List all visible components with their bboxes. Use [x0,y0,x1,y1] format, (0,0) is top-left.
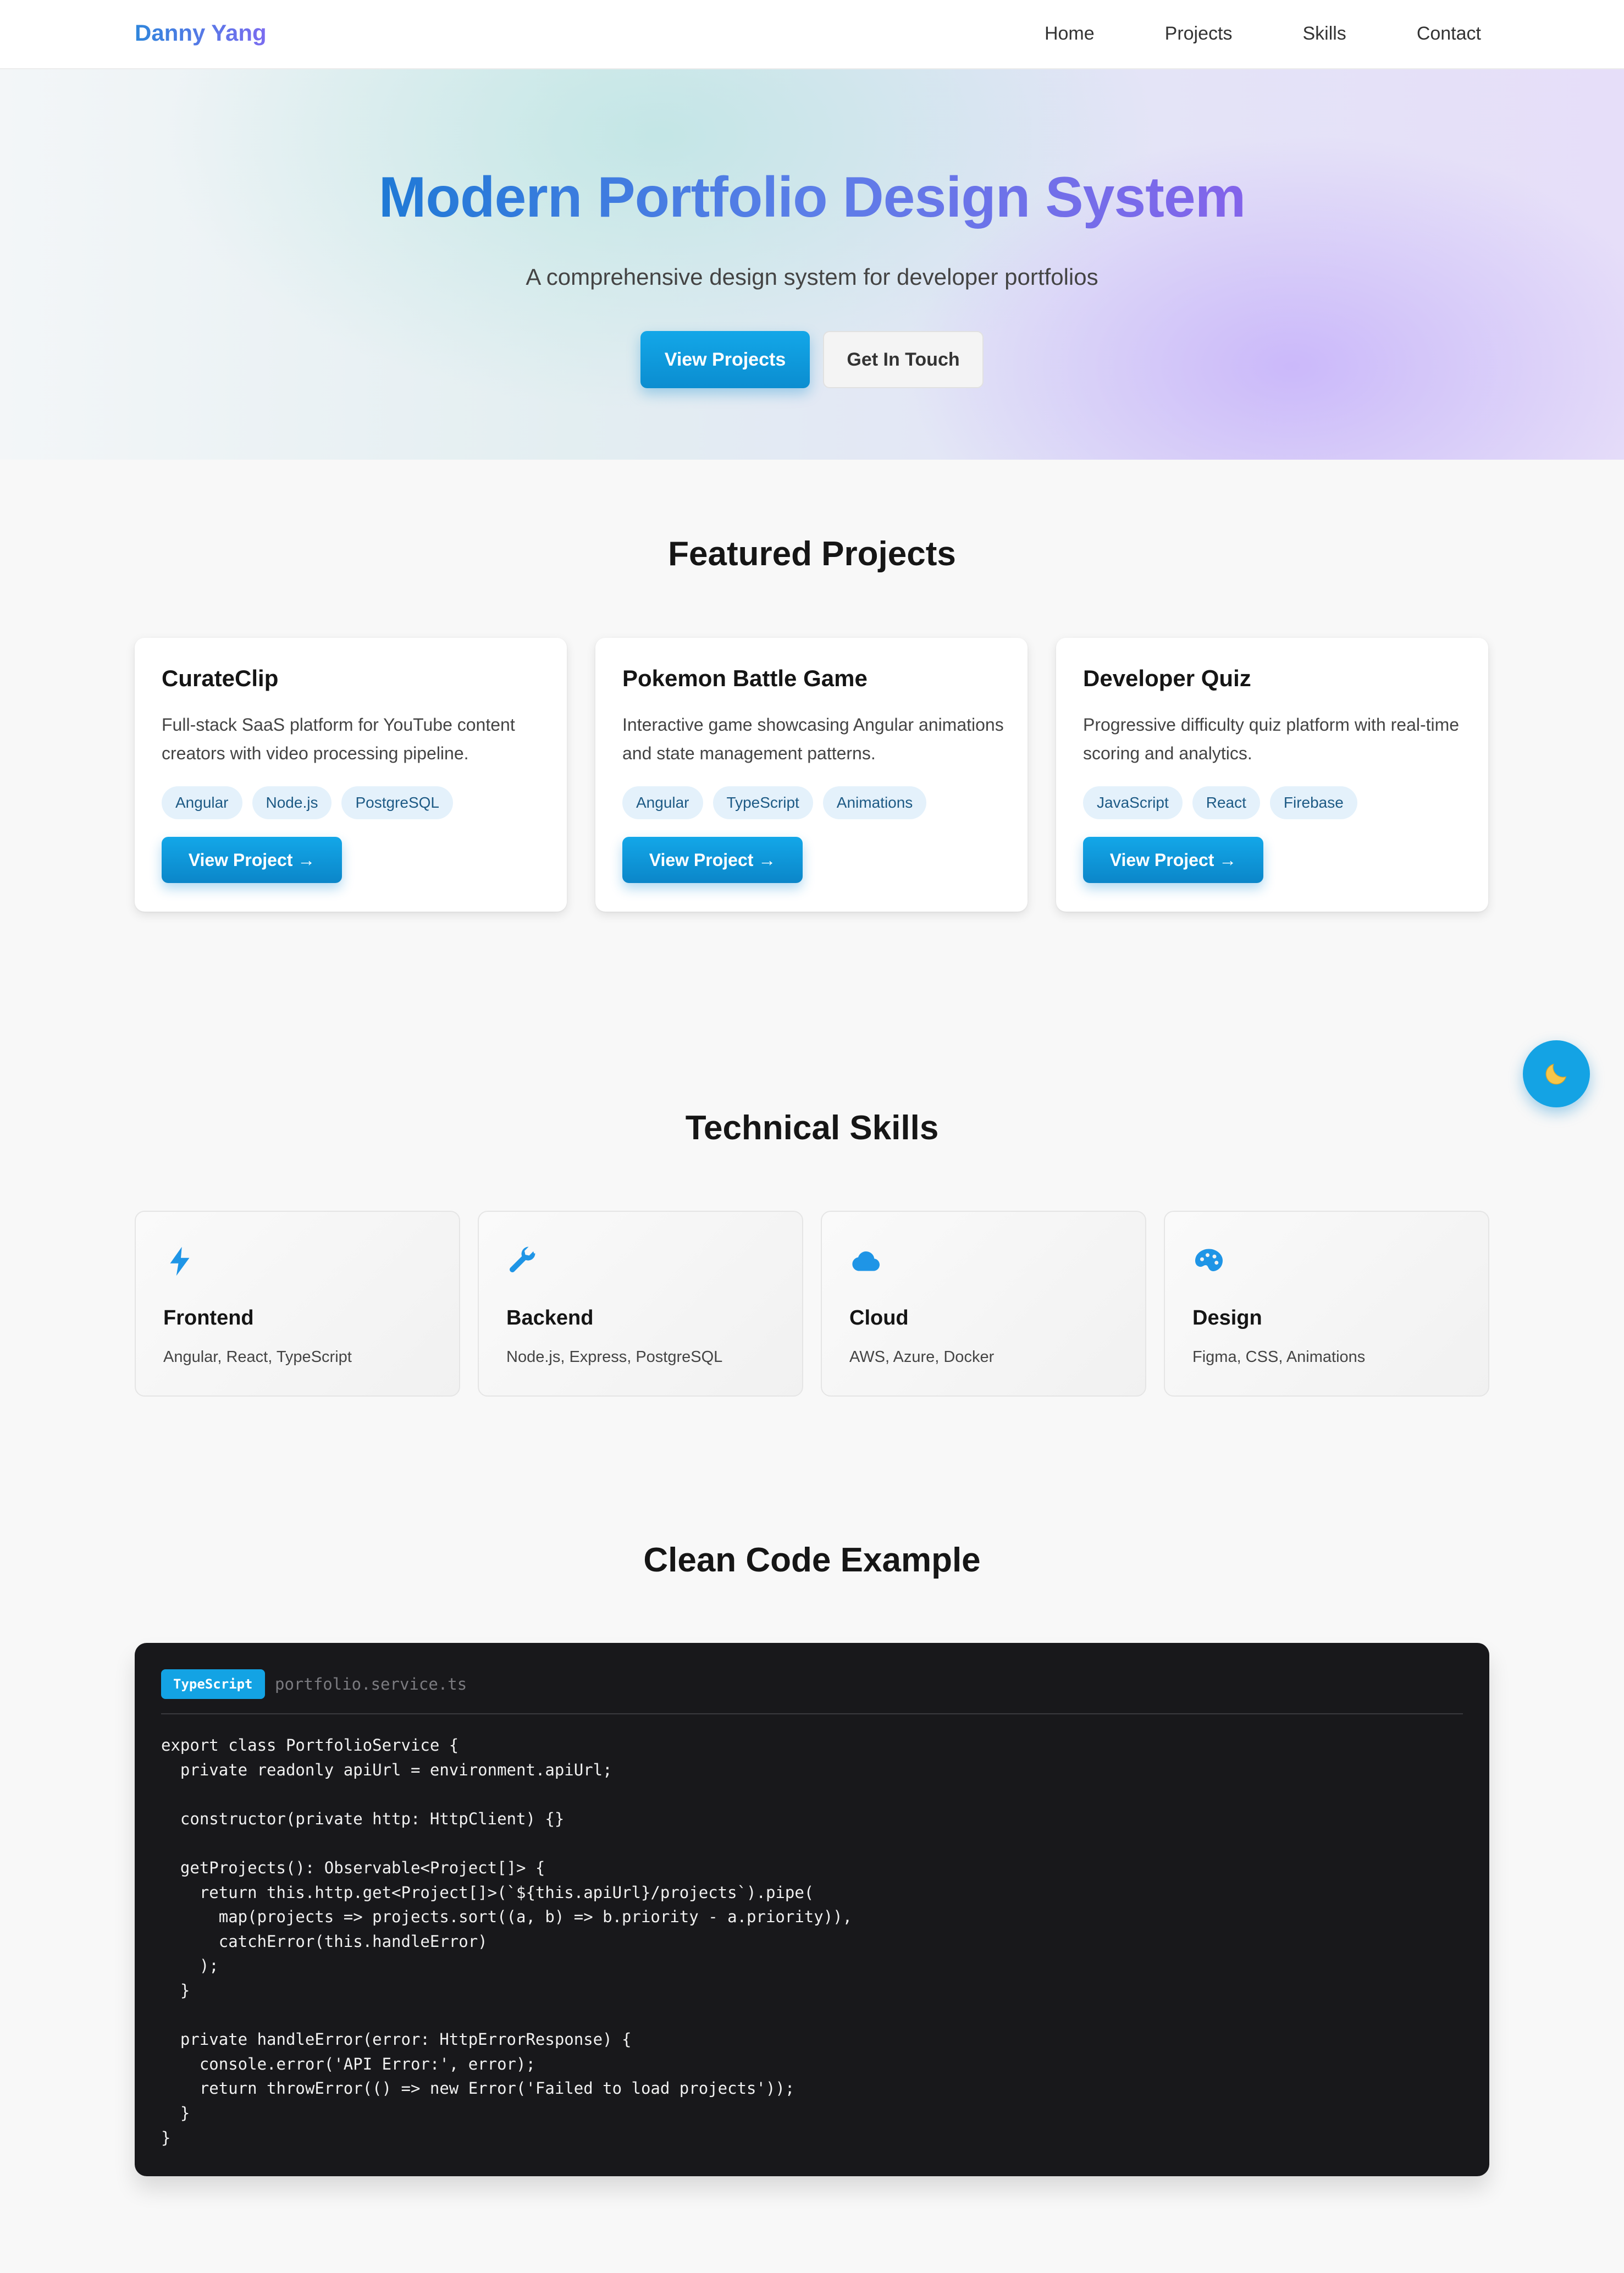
skill-title: Design [1192,1306,1262,1329]
featured-projects-heading: Featured Projects [668,535,956,573]
technical-skills-heading: Technical Skills [685,1109,939,1147]
tag: JavaScript [1083,786,1183,819]
skill-card-frontend: Frontend Angular, React, TypeScript [135,1211,460,1397]
project-description: Interactive game showcasing Angular anim… [622,715,1004,763]
code-divider [161,1713,1463,1714]
project-description: Full-stack SaaS platform for YouTube con… [162,715,515,763]
skill-description: Angular, React, TypeScript [163,1348,352,1366]
project-title: Pokemon Battle Game [622,665,868,691]
tag: TypeScript [712,786,813,819]
get-in-touch-button[interactable]: Get In Touch [823,331,984,388]
hero-subtitle: A comprehensive design system for develo… [526,264,1098,290]
code-line: } [161,2128,171,2147]
wrench-icon [510,1246,535,1272]
code-line: } [161,2103,190,2122]
nav-link-projects[interactable]: Projects [1165,23,1233,45]
language-badge: TypeScript [161,1669,265,1699]
cloud-icon [852,1251,880,1271]
hero-actions: View Projects Get In Touch [0,331,1624,388]
tag: Angular [162,786,242,819]
skill-title: Frontend [163,1306,254,1329]
nav-link-home[interactable]: Home [1045,23,1095,45]
theme-toggle-button[interactable] [1523,1040,1590,1107]
lightning-icon [170,1246,190,1276]
code-line: private handleError(error: HttpErrorResp… [161,2030,632,2049]
project-card-developer-quiz: Developer Quiz Progressive difficulty qu… [1056,638,1488,912]
project-title: CurateClip [162,665,279,691]
code-line: } [161,1980,190,2000]
code-line: ); [161,1956,219,1976]
skill-card-cloud: Cloud AWS, Azure, Docker [821,1211,1146,1397]
code-line: constructor(private http: HttpClient) {} [161,1809,565,1828]
code-filename: portfolio.service.ts [275,1675,467,1693]
code-line: private readonly apiUrl = environment.ap… [161,1760,612,1779]
code-line: console.error('API Error:', error); [161,2054,535,2073]
code-lines: export class PortfolioService { private … [161,1733,852,2150]
hero-title-text: Modern Portfolio Design System [378,165,1246,229]
skill-title: Cloud [849,1306,909,1329]
nav-link-contact[interactable]: Contact [1417,23,1481,45]
project-title: Developer Quiz [1083,665,1251,691]
project-tags: JavaScript React Firebase [1083,786,1357,819]
code-line: catchError(this.handleError) [161,1932,488,1951]
view-projects-button[interactable]: View Projects [640,331,810,388]
code-block: TypeScript portfolio.service.ts export c… [135,1643,1489,2176]
project-card-curateclip: CurateClip Full-stack SaaS platform for … [135,638,567,912]
brand-logo[interactable]: Danny Yang [135,20,267,46]
tag: React [1192,786,1260,819]
top-nav: Danny Yang Home Projects Skills Contact [0,0,1624,69]
project-description: Progressive difficulty quiz platform wit… [1083,715,1460,763]
project-tags: Angular Node.js PostgreSQL [162,786,453,819]
code-line: return throwError(() => new Error('Faile… [161,2079,795,2098]
tag: Node.js [252,786,332,819]
view-project-button[interactable]: View Project → [622,837,803,883]
tag: PostgreSQL [341,786,453,819]
tag: Angular [622,786,703,819]
code-line: getProjects(): Observable<Project[]> { [161,1858,545,1877]
skill-description: Node.js, Express, PostgreSQL [506,1348,723,1366]
code-line: return this.http.get<Project[]>(`${this.… [161,1883,814,1902]
code-line: map(projects => projects.sort((a, b) => … [161,1907,853,1927]
skill-title: Backend [506,1306,594,1329]
hero-title: Modern Portfolio Design System [0,165,1624,230]
view-project-button[interactable]: View Project → [162,837,342,883]
project-card-pokemon: Pokemon Battle Game Interactive game sho… [595,638,1028,912]
palette-icon [1195,1249,1223,1271]
clean-code-heading: Clean Code Example [643,1541,981,1579]
view-project-button[interactable]: View Project → [1083,837,1263,883]
code-line: export class PortfolioService { [161,1736,459,1755]
hero-section: Modern Portfolio Design System A compreh… [0,69,1624,460]
nav-link-skills[interactable]: Skills [1302,23,1346,45]
project-tags: Angular TypeScript Animations [622,786,927,819]
tag: Animations [822,786,927,819]
skill-card-design: Design Figma, CSS, Animations [1164,1211,1489,1397]
nav-links: Home Projects Skills Contact [1045,23,1481,45]
moon-icon [1545,1063,1567,1085]
skill-description: Figma, CSS, Animations [1192,1348,1366,1366]
tag: Firebase [1269,786,1357,819]
skill-card-backend: Backend Node.js, Express, PostgreSQL [478,1211,803,1397]
skill-description: AWS, Azure, Docker [849,1348,995,1366]
